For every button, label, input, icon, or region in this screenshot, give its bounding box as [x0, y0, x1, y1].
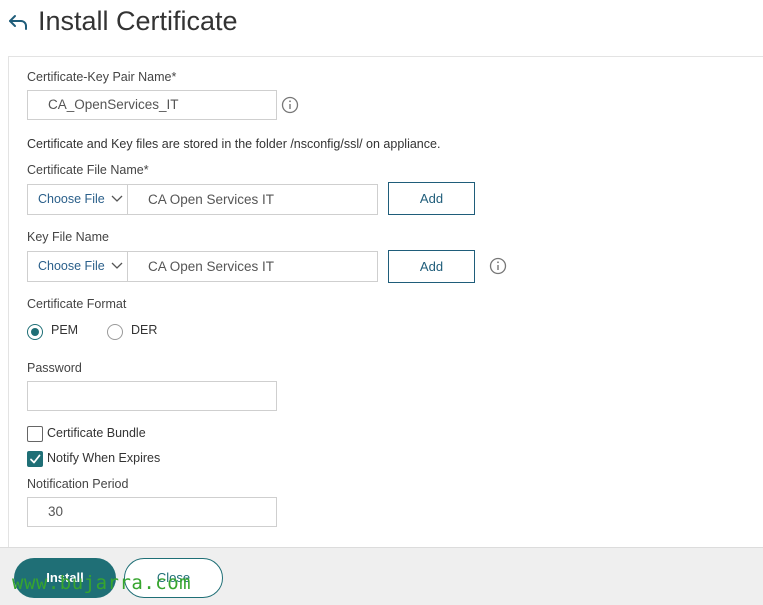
key-file-group: Choose File CA Open Services IT [27, 251, 378, 282]
key-choose-file-label: Choose File [38, 259, 105, 273]
cert-add-button[interactable]: Add [388, 182, 475, 215]
cert-file-label: Certificate File Name* [27, 163, 149, 177]
page-title: Install Certificate [38, 6, 238, 36]
checkmark-icon [30, 454, 41, 464]
back-arrow-icon[interactable] [6, 11, 30, 35]
format-der-radio[interactable] [107, 324, 123, 340]
format-label: Certificate Format [27, 297, 127, 311]
certificate-bundle-checkbox[interactable] [27, 426, 43, 442]
info-icon[interactable] [281, 96, 299, 114]
notification-period-input[interactable]: 30 [27, 497, 277, 527]
key-choose-file-button[interactable]: Choose File [28, 252, 128, 281]
format-pem-radio[interactable] [27, 324, 43, 340]
key-file-label: Key File Name [27, 230, 109, 244]
format-pem-label: PEM [51, 323, 79, 337]
notify-expires-checkbox[interactable] [27, 451, 43, 467]
cert-choose-file-button[interactable]: Choose File [28, 185, 128, 214]
format-der-label: DER [131, 323, 158, 337]
notify-expires-label: Notify When Expires [47, 451, 161, 465]
cert-file-group: Choose File CA Open Services IT [27, 184, 378, 215]
cert-file-name: CA Open Services IT [148, 192, 275, 207]
info-icon[interactable] [489, 257, 507, 275]
key-file-name: CA Open Services IT [148, 259, 275, 274]
certificate-bundle-label: Certificate Bundle [47, 426, 146, 440]
password-label: Password [27, 361, 82, 375]
folder-note: Certificate and Key files are stored in … [27, 137, 441, 151]
cert-choose-file-label: Choose File [38, 192, 105, 206]
key-add-button[interactable]: Add [388, 250, 475, 283]
chevron-down-icon [111, 195, 123, 202]
password-input[interactable] [27, 381, 277, 411]
cert-key-pair-label: Certificate-Key Pair Name* [27, 70, 177, 84]
chevron-down-icon [111, 262, 123, 269]
watermark: www.bujarra.com [12, 572, 192, 594]
footer-bar: Install Close www.bujarra.com [0, 547, 763, 605]
header: Install Certificate [0, 0, 763, 50]
notification-period-label: Notification Period [27, 477, 129, 491]
cert-key-pair-input[interactable]: CA_OpenServices_IT [27, 90, 277, 120]
